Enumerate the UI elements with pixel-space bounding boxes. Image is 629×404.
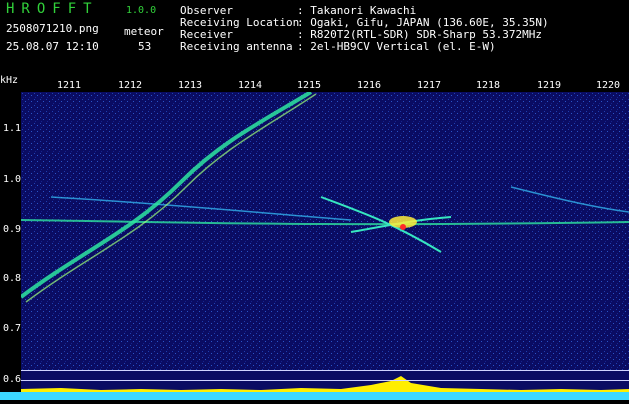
- y-tick: 0.6: [3, 374, 22, 385]
- y-tick: 1.1: [3, 123, 22, 134]
- x-tick: 1213: [178, 80, 203, 91]
- x-tick: 1214: [238, 80, 263, 91]
- x-tick: 1212: [118, 80, 143, 91]
- divider-line: [21, 380, 629, 381]
- file-datetime: 25.08.07 12:10: [6, 40, 99, 53]
- spectrogram-plot: [19, 90, 629, 370]
- x-tick: 1211: [57, 80, 82, 91]
- y-tick: 0.8: [3, 273, 22, 284]
- app-version: 1.0.0: [126, 5, 157, 16]
- meteor-core: [400, 224, 406, 230]
- header-panel: HROFFT 1.0.0 2508071210.png 25.08.07 12:…: [0, 0, 629, 78]
- file-name: 2508071210.png: [6, 22, 99, 35]
- x-tick: 1215: [297, 80, 322, 91]
- antenna-value: : 2el-HB9CV Vertical (el. E-W): [297, 40, 496, 53]
- baseline-band: [0, 392, 629, 400]
- app-logo: HROFFT: [6, 1, 99, 17]
- x-tick: 1217: [417, 80, 442, 91]
- x-tick: 1220: [596, 80, 621, 91]
- y-tick: 0.9: [3, 224, 22, 235]
- x-tick: 1219: [537, 80, 562, 91]
- antenna-key: Receiving antenna: [180, 40, 293, 53]
- axis-unit-label: kHz: [0, 75, 19, 86]
- meteor-label: meteor: [124, 25, 164, 38]
- spectrogram-svg: [19, 90, 629, 370]
- x-tick: 1216: [357, 80, 382, 91]
- y-tick: 1.0: [3, 174, 22, 185]
- y-tick: 0.7: [3, 323, 22, 334]
- noise-background: [21, 92, 629, 370]
- x-tick: 1218: [476, 80, 501, 91]
- meteor-count: 53: [138, 40, 152, 53]
